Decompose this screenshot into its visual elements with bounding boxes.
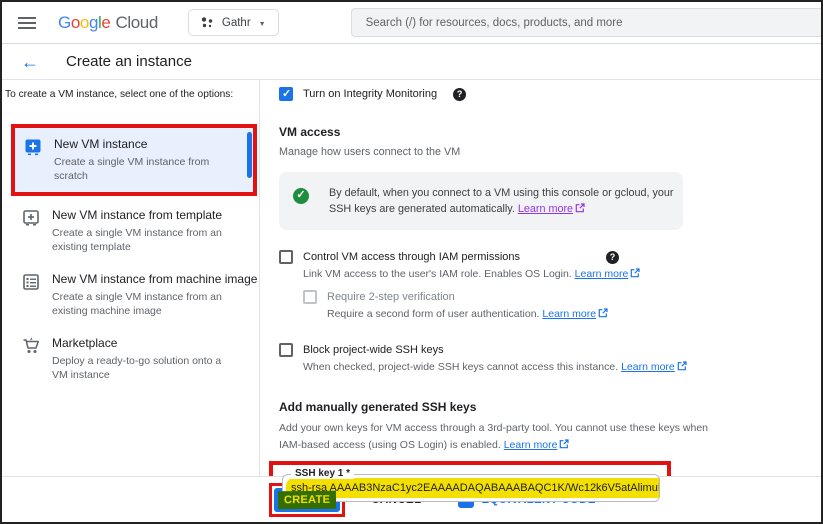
create-button-label-highlighted: CREATE (278, 490, 336, 509)
project-selector[interactable]: Gathr (188, 9, 279, 36)
iam-permissions-description: Link VM access to the user's IAM role. E… (303, 268, 572, 280)
external-link-icon (559, 439, 569, 449)
page-header: Create an instance (2, 44, 821, 80)
sidebar-intro-text: To create a VM instance, select one of t… (2, 89, 259, 100)
manual-ssh-keys-description-line1: Add your own keys for VM access through … (279, 421, 821, 435)
two-step-verification-block: Require 2-step verification Require a se… (303, 290, 821, 321)
sidebar: To create a VM instance, select one of t… (2, 80, 260, 476)
search-bar[interactable] (351, 8, 823, 37)
logo-letter: g (89, 13, 98, 33)
iam-permissions-checkbox[interactable] (279, 250, 293, 264)
ssh-key-1-field[interactable]: SSH key 1 * ssh-rsa AAAAB3NzaC1yc2EAAAAD… (282, 474, 660, 502)
create-button[interactable]: CREATE (274, 488, 340, 512)
external-link-icon (598, 308, 608, 318)
learn-more-link[interactable]: Learn more (504, 439, 558, 451)
learn-more-link[interactable]: Learn more (518, 203, 573, 215)
logo-letter: e (101, 13, 110, 33)
vm-from-machine-image-icon (22, 273, 40, 291)
learn-more-link[interactable]: Learn more (621, 361, 675, 373)
two-step-verification-label: Require 2-step verification (327, 291, 455, 303)
ssh-default-info-banner: By default, when you connect to a VM usi… (279, 172, 683, 230)
vm-access-heading: VM access (279, 125, 821, 139)
integrity-monitoring-label: Turn on Integrity Monitoring (303, 88, 437, 100)
scrollbar-thumb[interactable] (247, 132, 252, 178)
sidebar-item-description: Create a single VM instance from an exis… (52, 226, 237, 254)
hamburger-menu-icon[interactable] (18, 17, 36, 29)
success-check-icon (293, 188, 309, 204)
search-input[interactable] (352, 17, 823, 29)
learn-more-link[interactable]: Learn more (575, 268, 629, 280)
sidebar-item-new-vm-instance[interactable]: New VM instance Create a single VM insta… (15, 128, 253, 192)
learn-more-link[interactable]: Learn more (542, 308, 596, 320)
sidebar-item-new-vm-from-template[interactable]: New VM instance from template Create a s… (2, 208, 259, 254)
iam-permissions-row: Control VM access through IAM permission… (279, 250, 619, 264)
annotation-red-box-new-vm: New VM instance Create a single VM insta… (11, 124, 257, 196)
project-icon (201, 16, 214, 29)
two-step-verification-description: Require a second form of user authentica… (327, 308, 539, 320)
google-cloud-logo: Google Cloud (58, 13, 158, 33)
external-link-icon (575, 203, 585, 213)
sidebar-item-title: New VM instance from machine image (52, 272, 257, 287)
banner-line-2: SSH keys are generated automatically. (329, 203, 515, 215)
instance-option-list: New VM instance Create a single VM insta… (2, 124, 259, 382)
sidebar-item-marketplace[interactable]: Marketplace Deploy a ready-to-go solutio… (2, 336, 259, 382)
logo-cloud-text: Cloud (115, 13, 157, 33)
external-link-icon (677, 361, 687, 371)
page-title: Create an instance (66, 53, 192, 70)
logo-letter: o (80, 13, 89, 33)
block-ssh-keys-row: Block project-wide SSH keys (279, 343, 821, 357)
sidebar-item-title: New VM instance (54, 137, 239, 152)
new-vm-instance-icon (24, 138, 42, 156)
back-arrow-icon[interactable] (21, 53, 39, 71)
project-name: Gathr (222, 17, 251, 29)
manual-ssh-keys-description-line2: IAM-based access (using OS Login) is ena… (279, 439, 501, 451)
integrity-monitoring-checkbox[interactable] (279, 87, 293, 101)
app-window: Google Cloud Gathr Create an instance To… (0, 0, 823, 524)
vm-access-subheading: Manage how users connect to the VM (279, 146, 821, 158)
sidebar-item-description: Deploy a ready-to-go solution onto a VM … (52, 354, 237, 382)
sidebar-item-title: New VM instance from template (52, 208, 237, 223)
block-ssh-keys-description: When checked, project-wide SSH keys cann… (303, 361, 618, 373)
block-ssh-keys-checkbox[interactable] (279, 343, 293, 357)
sidebar-item-description: Create a single VM instance from an exis… (52, 290, 237, 318)
logo-letter: o (71, 13, 80, 33)
sidebar-item-description: Create a single VM instance from scratch (54, 155, 239, 183)
ssh-key-1-label: SSH key 1 * (291, 468, 354, 479)
block-ssh-keys-label: Block project-wide SSH keys (303, 344, 444, 356)
external-link-icon (630, 268, 640, 278)
chevron-down-icon (259, 17, 266, 29)
vm-from-template-icon (22, 209, 40, 227)
two-step-verification-checkbox[interactable] (303, 290, 317, 304)
ssh-key-1-value-highlighted[interactable]: ssh-rsa AAAAB3NzaC1yc2EAAAADAQABAAABAQC1… (286, 478, 659, 498)
help-icon[interactable] (453, 88, 466, 101)
logo-letter: G (58, 13, 71, 33)
main-content: Turn on Integrity Monitoring VM access M… (260, 80, 821, 476)
top-bar: Google Cloud Gathr (2, 2, 821, 44)
iam-permissions-label: Control VM access through IAM permission… (303, 251, 520, 263)
sidebar-item-new-vm-from-machine-image[interactable]: New VM instance from machine image Creat… (2, 272, 259, 318)
banner-line-1: By default, when you connect to a VM usi… (329, 185, 674, 201)
integrity-monitoring-row: Turn on Integrity Monitoring (279, 87, 821, 101)
marketplace-cart-icon (22, 337, 40, 355)
sidebar-item-title: Marketplace (52, 336, 237, 351)
help-icon[interactable] (606, 251, 619, 264)
manual-ssh-keys-heading: Add manually generated SSH keys (279, 400, 821, 414)
